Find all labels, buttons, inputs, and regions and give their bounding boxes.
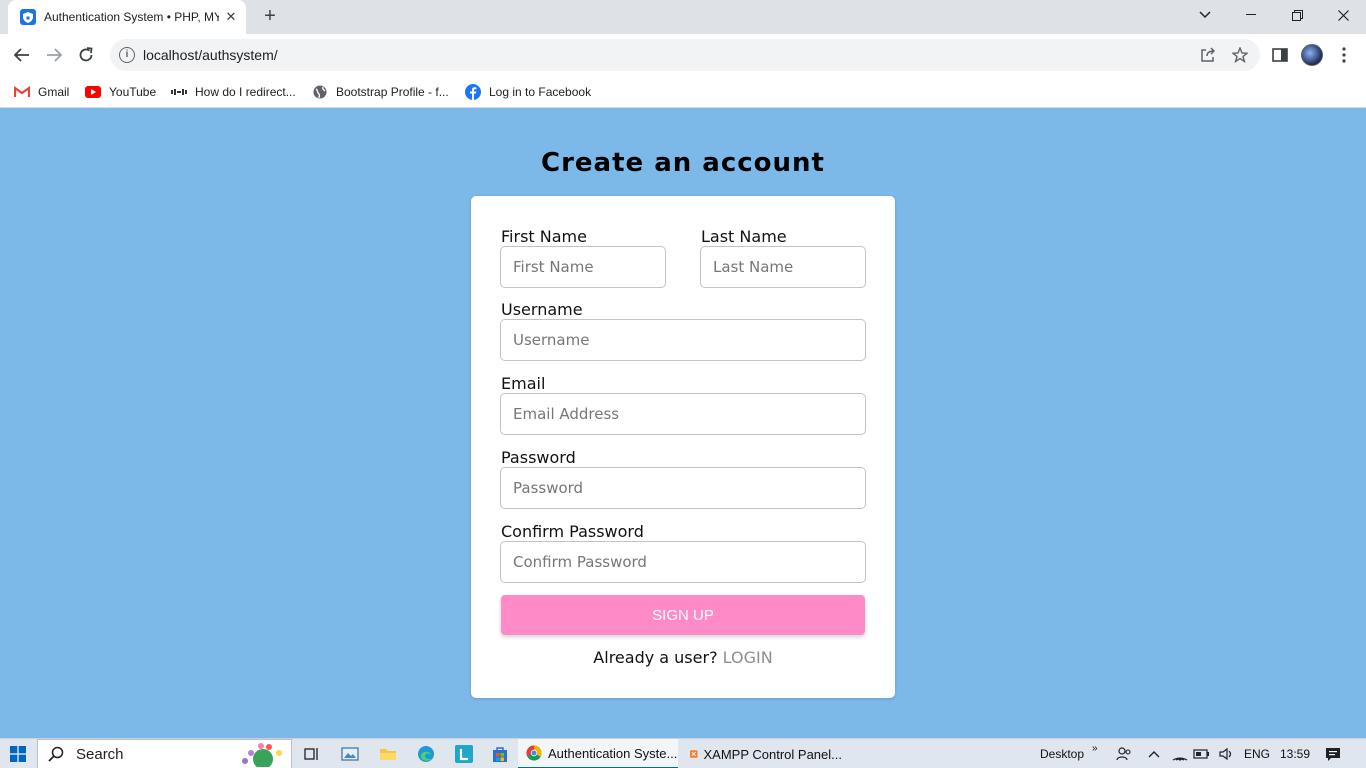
notification-icon[interactable] bbox=[1322, 739, 1344, 768]
l-app-icon[interactable] bbox=[452, 739, 476, 768]
desktop-toolbar-label[interactable]: Desktop bbox=[1040, 739, 1084, 768]
confirm-password-input[interactable] bbox=[500, 541, 866, 583]
toolbar-expand-icon[interactable]: » bbox=[1092, 733, 1098, 763]
site-info-icon[interactable]: i bbox=[119, 47, 135, 63]
url-text[interactable]: localhost/authsystem/ bbox=[143, 47, 278, 63]
password-label: Password bbox=[501, 448, 576, 467]
language-indicator[interactable]: ENG bbox=[1244, 739, 1270, 768]
shield-lock-icon bbox=[20, 9, 36, 25]
file-explorer-icon[interactable] bbox=[376, 739, 400, 768]
bookmark-gmail[interactable]: Gmail bbox=[14, 82, 69, 102]
already-user-text: Already a user? bbox=[593, 648, 718, 667]
edge-browser-icon[interactable] bbox=[414, 739, 438, 768]
bookmarks-bar: Gmail YouTube How do I redirect... Boots… bbox=[0, 76, 1366, 108]
password-input[interactable] bbox=[500, 467, 866, 509]
speaker-icon[interactable] bbox=[1216, 739, 1236, 768]
last-name-label: Last Name bbox=[701, 227, 787, 246]
bookmark-youtube[interactable]: YouTube bbox=[85, 82, 156, 102]
facebook-icon bbox=[465, 84, 481, 100]
bookmark-star-icon[interactable] bbox=[1230, 45, 1250, 65]
address-bar[interactable]: i localhost/authsystem/ bbox=[110, 39, 1260, 71]
wifi-icon[interactable] bbox=[1170, 739, 1190, 768]
bookmark-label: Bootstrap Profile - f... bbox=[336, 85, 449, 99]
share-icon[interactable] bbox=[1198, 45, 1218, 65]
tab-title: Authentication System • PHP, MY bbox=[44, 10, 219, 24]
back-arrow-icon[interactable] bbox=[10, 43, 34, 67]
first-name-input[interactable] bbox=[500, 246, 666, 288]
menu-kebab-icon[interactable] bbox=[1332, 43, 1356, 67]
signup-button[interactable]: SIGN UP bbox=[501, 595, 865, 635]
bookmark-label: Log in to Facebook bbox=[489, 85, 592, 99]
globe-icon bbox=[312, 84, 328, 100]
youtube-icon bbox=[85, 84, 101, 100]
battery-icon[interactable] bbox=[1192, 739, 1212, 768]
clock[interactable]: 13:59 bbox=[1280, 739, 1310, 768]
page-title: Create an account bbox=[541, 148, 825, 178]
photos-app-icon[interactable] bbox=[338, 739, 362, 768]
taskbar-app-label: XAMPP Control Panel... bbox=[703, 746, 843, 762]
restore-button[interactable] bbox=[1274, 0, 1320, 30]
bookmark-label: Gmail bbox=[38, 85, 70, 99]
people-icon[interactable] bbox=[1114, 739, 1134, 768]
browser-tab[interactable]: Authentication System • PHP, MY ✕ bbox=[8, 0, 246, 34]
tab-close-icon[interactable]: ✕ bbox=[223, 9, 239, 25]
dotted-link-icon bbox=[171, 84, 187, 100]
taskbar-app-label: Authentication Syste... bbox=[548, 745, 678, 761]
email-label: Email bbox=[501, 374, 546, 393]
xampp-icon bbox=[690, 750, 698, 758]
browser-tab-strip: Authentication System • PHP, MY ✕ + bbox=[0, 0, 1366, 34]
avatar bbox=[1301, 44, 1323, 66]
minimize-button[interactable] bbox=[1228, 0, 1274, 30]
search-label: Search bbox=[76, 745, 124, 763]
bookmark-facebook[interactable]: Log in to Facebook bbox=[465, 82, 591, 102]
login-link[interactable]: LOGIN bbox=[723, 648, 773, 667]
page-body: Create an account First Name Last Name U… bbox=[0, 108, 1366, 738]
search-highlight-icon bbox=[237, 741, 287, 767]
last-name-input[interactable] bbox=[700, 246, 866, 288]
reload-icon[interactable] bbox=[74, 43, 98, 67]
windows-taskbar: Search Authentication Syste... XAMPP Con… bbox=[0, 738, 1366, 768]
gmail-icon bbox=[14, 84, 30, 100]
chrome-icon bbox=[526, 745, 542, 761]
browser-toolbar: i localhost/authsystem/ bbox=[0, 34, 1366, 76]
first-name-label: First Name bbox=[501, 227, 587, 246]
profile-avatar[interactable] bbox=[1300, 43, 1324, 67]
windows-logo-icon bbox=[10, 746, 26, 762]
taskbar-search-box[interactable]: Search bbox=[37, 739, 292, 768]
username-label: Username bbox=[501, 300, 583, 319]
bookmark-label: How do I redirect... bbox=[195, 85, 296, 99]
tab-search-chevron-icon[interactable] bbox=[1182, 0, 1228, 30]
side-panel-icon[interactable] bbox=[1268, 43, 1292, 67]
forward-arrow-icon[interactable] bbox=[42, 43, 66, 67]
chevron-up-icon[interactable] bbox=[1144, 739, 1164, 768]
signup-form-card: First Name Last Name Username Email Pass… bbox=[471, 196, 895, 698]
login-prompt: Already a user? LOGIN bbox=[471, 648, 895, 667]
email-input[interactable] bbox=[500, 393, 866, 435]
start-button[interactable] bbox=[0, 739, 36, 768]
close-window-button[interactable] bbox=[1320, 0, 1366, 30]
bookmark-redirect[interactable]: How do I redirect... bbox=[171, 82, 296, 102]
username-input[interactable] bbox=[500, 319, 866, 361]
task-view-icon[interactable] bbox=[300, 739, 324, 768]
new-tab-button[interactable]: + bbox=[258, 5, 282, 29]
store-icon[interactable] bbox=[488, 739, 512, 768]
taskbar-app-xampp[interactable]: XAMPP Control Panel... bbox=[682, 739, 842, 768]
bookmark-bootstrap[interactable]: Bootstrap Profile - f... bbox=[312, 82, 449, 102]
confirm-password-label: Confirm Password bbox=[501, 522, 644, 541]
taskbar-app-chrome[interactable]: Authentication Syste... bbox=[518, 739, 678, 768]
search-icon bbox=[48, 746, 64, 762]
bookmark-label: YouTube bbox=[109, 85, 157, 99]
